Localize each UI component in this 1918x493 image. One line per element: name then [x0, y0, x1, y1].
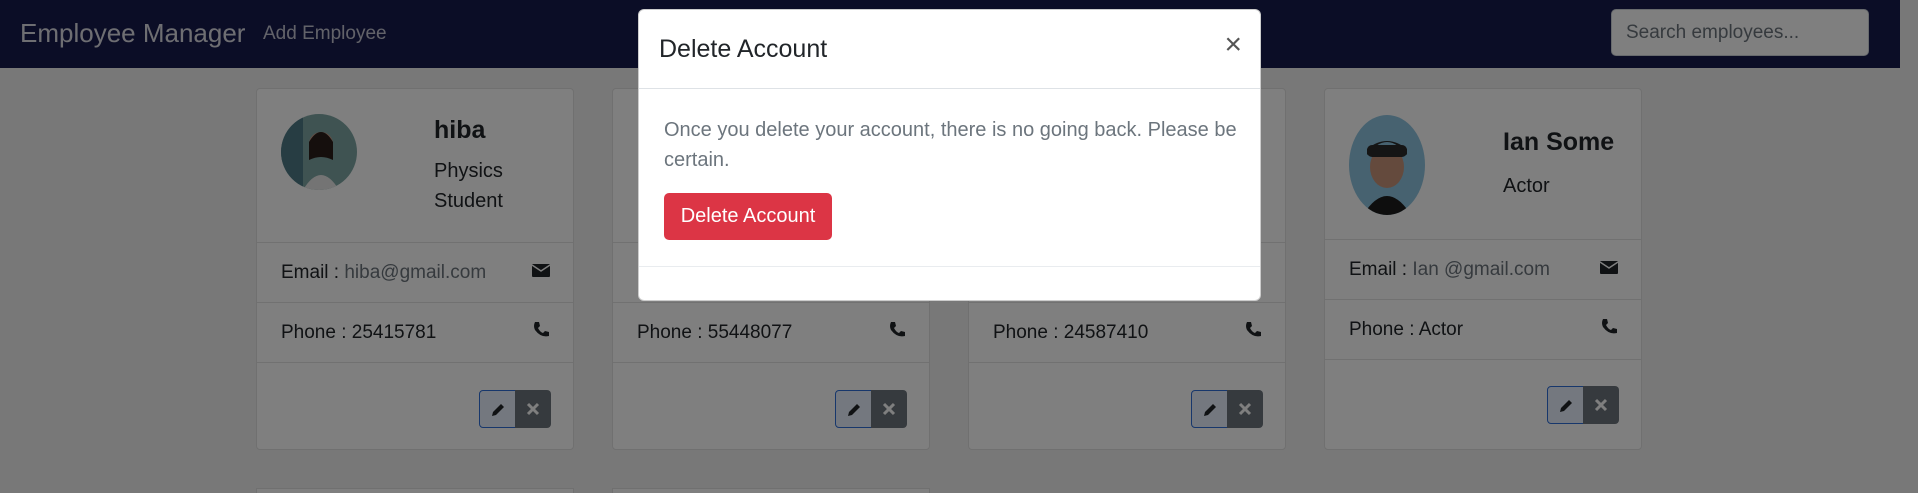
close-icon[interactable]: ×	[1224, 30, 1242, 60]
modal-header: Delete Account ×	[639, 10, 1260, 89]
delete-account-modal: Delete Account × Once you delete your ac…	[638, 9, 1261, 301]
modal-message: Once you delete your account, there is n…	[664, 119, 1237, 171]
modal-footer	[639, 266, 1260, 267]
modal-title: Delete Account	[659, 35, 828, 63]
delete-account-button[interactable]: Delete Account	[664, 193, 832, 240]
